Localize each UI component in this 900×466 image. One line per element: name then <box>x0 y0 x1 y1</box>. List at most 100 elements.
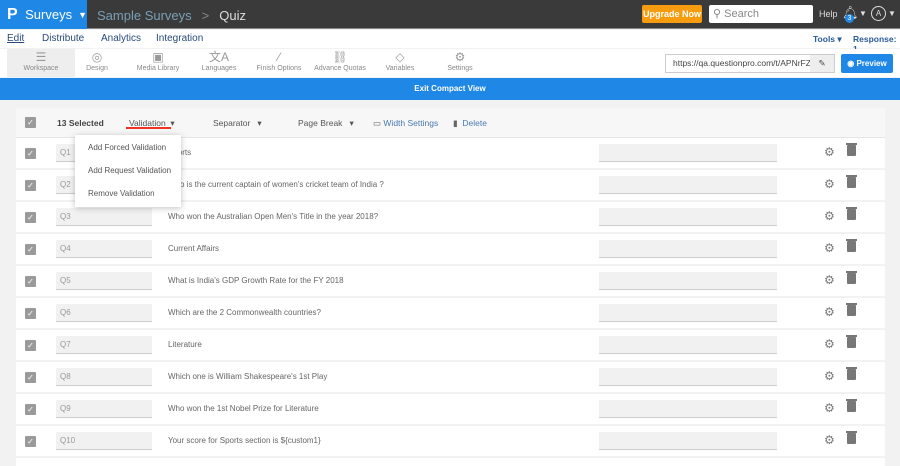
chevron-down-icon[interactable]: ▼ <box>888 9 896 18</box>
help-link[interactable]: Help <box>819 9 838 19</box>
trash-icon[interactable] <box>846 271 857 284</box>
gear-icon[interactable]: ⚙ <box>824 433 835 447</box>
tool-label: Design <box>86 65 108 72</box>
separator-dropdown[interactable]: Separator ▾ <box>213 118 262 129</box>
answer-field[interactable] <box>599 144 777 162</box>
tool-media-library[interactable]: ▣ Media Library <box>124 49 192 77</box>
gear-icon[interactable]: ⚙ <box>824 145 835 159</box>
tool-settings[interactable]: ⚙ Settings <box>426 49 494 77</box>
trash-icon[interactable] <box>846 175 857 188</box>
gear-icon[interactable]: ⚙ <box>824 337 835 351</box>
menu-item-add-request-validation[interactable]: Add Request Validation <box>88 166 171 175</box>
row-checkbox[interactable]: ✓ <box>25 340 36 351</box>
row-checkbox[interactable]: ✓ <box>25 436 36 447</box>
question-row: ✓ Q9 Who won the 1st Nobel Prize for Lit… <box>16 394 885 426</box>
gear-icon[interactable]: ⚙ <box>824 369 835 383</box>
tab-distribute[interactable]: Distribute <box>42 33 84 44</box>
question-text[interactable]: Literature <box>168 340 202 349</box>
search-input[interactable]: ⚲ Search <box>709 5 813 23</box>
chevron-down-icon[interactable]: ▼ <box>859 9 867 18</box>
row-checkbox[interactable]: ✓ <box>25 276 36 287</box>
question-text[interactable]: Who won the 1st Nobel Prize for Literatu… <box>168 404 319 413</box>
gear-icon[interactable]: ⚙ <box>824 401 835 415</box>
pencil-icon[interactable]: ✎ <box>810 55 834 72</box>
gear-icon[interactable]: ⚙ <box>824 177 835 191</box>
trash-icon[interactable] <box>846 143 857 156</box>
image-icon: ▣ <box>152 50 164 64</box>
row-checkbox[interactable]: ✓ <box>25 404 36 415</box>
page-break-dropdown[interactable]: Page Break ▾ <box>298 118 354 129</box>
wand-icon: ⁄ <box>277 50 280 64</box>
answer-field[interactable] <box>599 432 777 450</box>
row-checkbox[interactable]: ✓ <box>25 372 36 383</box>
question-id-field[interactable]: Q7 <box>56 336 152 354</box>
question-text[interactable]: Which one is William Shakespeare's 1st P… <box>168 372 327 381</box>
question-text[interactable]: Your score for Sports section is ${custo… <box>168 436 321 445</box>
question-row: ✓ Q7 Literature ⚙ <box>16 330 885 362</box>
exit-compact-view-button[interactable]: Exit Compact View <box>0 78 900 100</box>
tool-variables[interactable]: ◇ Variables <box>366 49 434 77</box>
trash-icon[interactable] <box>846 399 857 412</box>
tool-design[interactable]: ◎ Design <box>63 49 131 77</box>
trash-icon[interactable] <box>846 367 857 380</box>
product-switcher[interactable]: P Surveys ▼ <box>0 0 87 29</box>
question-id-field[interactable]: Q6 <box>56 304 152 322</box>
answer-field[interactable] <box>599 304 777 322</box>
preview-button[interactable]: ◉ Preview <box>841 54 893 73</box>
row-checkbox[interactable]: ✓ <box>25 308 36 319</box>
breadcrumb-folder[interactable]: Sample Surveys <box>97 8 192 23</box>
menu-item-add-forced-validation[interactable]: Add Forced Validation <box>88 143 166 152</box>
trash-icon[interactable] <box>846 335 857 348</box>
row-checkbox[interactable]: ✓ <box>25 180 36 191</box>
trash-icon[interactable] <box>846 303 857 316</box>
tool-finish-options[interactable]: ⁄ Finish Options <box>245 49 313 77</box>
menu-item-remove-validation[interactable]: Remove Validation <box>88 189 155 198</box>
row-checkbox[interactable]: ✓ <box>25 244 36 255</box>
answer-field[interactable] <box>599 208 777 226</box>
question-id-field[interactable]: Q9 <box>56 400 152 418</box>
row-checkbox[interactable]: ✓ <box>25 148 36 159</box>
question-text[interactable]: What is India's GDP Growth Rate for the … <box>168 276 344 285</box>
survey-url: https://qa.questionpro.com/t/APNrFZeY <box>673 58 822 68</box>
question-id-field[interactable]: Q8 <box>56 368 152 386</box>
tool-label: Advance Quotas <box>314 65 366 72</box>
answer-field[interactable] <box>599 272 777 290</box>
question-id-field[interactable]: Q5 <box>56 272 152 290</box>
question-text[interactable]: Who won the Australian Open Men's Title … <box>168 212 378 221</box>
answer-field[interactable] <box>599 336 777 354</box>
tab-edit[interactable]: Edit <box>7 33 24 44</box>
tab-integration[interactable]: Integration <box>156 33 203 44</box>
answer-field[interactable] <box>599 240 777 258</box>
tools-menu[interactable]: Tools ▾ <box>813 34 842 45</box>
answer-field[interactable] <box>599 368 777 386</box>
avatar[interactable]: A <box>871 6 886 21</box>
question-text[interactable]: Current Affairs <box>168 244 219 253</box>
gear-icon[interactable]: ⚙ <box>824 273 835 287</box>
question-id-field[interactable]: Q10 <box>56 432 152 450</box>
trash-icon[interactable] <box>846 431 857 444</box>
question-text[interactable]: Which are the 2 Commonwealth countries? <box>168 308 321 317</box>
question-id-field[interactable]: Q3 <box>56 208 152 226</box>
row-checkbox[interactable]: ✓ <box>25 212 36 223</box>
tool-languages[interactable]: 文A Languages <box>185 49 253 77</box>
upgrade-button[interactable]: Upgrade Now <box>642 5 702 23</box>
width-settings-button[interactable]: ▭ Width Settings <box>373 118 438 129</box>
trash-icon[interactable] <box>846 207 857 220</box>
link-icon: ⛓ <box>332 50 348 64</box>
answer-field[interactable] <box>599 400 777 418</box>
gear-icon[interactable]: ⚙ <box>824 209 835 223</box>
trash-icon[interactable] <box>846 239 857 252</box>
tab-analytics[interactable]: Analytics <box>101 33 141 44</box>
delete-button[interactable]: ▮ Delete <box>453 118 487 129</box>
survey-url-field[interactable]: https://qa.questionpro.com/t/APNrFZeY ✎ <box>665 54 835 73</box>
select-all-checkbox[interactable]: ✓ <box>25 117 36 128</box>
answer-field[interactable] <box>599 176 777 194</box>
product-name: Surveys <box>25 7 73 22</box>
question-text[interactable]: Who is the current captain of women's cr… <box>168 180 384 189</box>
tool-advance-quotas[interactable]: ⛓ Advance Quotas <box>306 49 374 77</box>
gear-icon[interactable]: ⚙ <box>824 305 835 319</box>
gear-icon[interactable]: ⚙ <box>824 241 835 255</box>
tool-label: Finish Options <box>256 65 302 72</box>
selected-count: 13 Selected <box>57 118 104 128</box>
question-id-field[interactable]: Q4 <box>56 240 152 258</box>
